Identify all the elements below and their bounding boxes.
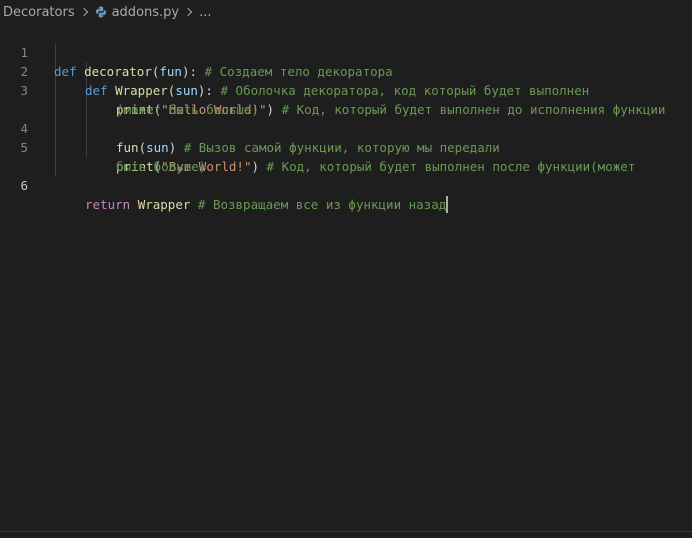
- text-cursor: [446, 196, 449, 213]
- breadcrumb: Decorators addons.py ...: [0, 0, 692, 24]
- code-line: 3 print("Hello World!") # Код, который б…: [0, 62, 665, 117]
- punctuation: (: [138, 140, 147, 155]
- keyword: def: [85, 83, 108, 98]
- parameter: fun: [159, 64, 182, 79]
- code-text[interactable]: return Wrapper # Возвращаем все из функц…: [85, 195, 449, 214]
- comment: быть больше): [116, 159, 207, 174]
- comment: # Код, который будет выполнен после функ…: [266, 159, 636, 174]
- punctuation: ): [266, 102, 275, 117]
- breadcrumb-file[interactable]: addons.py: [95, 4, 180, 20]
- comment: # Код, который будет выполнен до исполне…: [281, 102, 666, 117]
- comment: # Оболочка декоратора, код который будет…: [220, 83, 590, 98]
- comment: # Возвращаем все из функции назад: [197, 197, 447, 212]
- code-text[interactable]: fun(sun) # Вызов самой функции, которую …: [116, 138, 500, 157]
- code-line: 2 def Wrapper(sun): # Оболочка декоратор…: [0, 43, 589, 98]
- function-name: Wrapper: [137, 197, 191, 212]
- code-text[interactable]: def Wrapper(sun): # Оболочка декоратора,…: [85, 81, 589, 100]
- code-line-wrapped: быть больше): [0, 138, 206, 174]
- code-line: 1 def decorator(fun): # Создаем тело дек…: [0, 24, 392, 79]
- breadcrumb-more[interactable]: ...: [199, 5, 211, 20]
- comment: # Создаем тело декоратора: [204, 64, 393, 79]
- function-name: decorator: [84, 64, 152, 79]
- breadcrumb-folder[interactable]: Decorators: [0, 5, 75, 20]
- punctuation: ): [251, 159, 260, 174]
- function-name: fun: [116, 140, 139, 155]
- code-line-wrapped: (может быть больше): [0, 81, 259, 117]
- line-number: 6: [20, 178, 28, 193]
- chevron-right-icon: [78, 5, 92, 19]
- punctuation: ): [168, 140, 177, 155]
- code-editor[interactable]: 1 def decorator(fun): # Создаем тело дек…: [0, 24, 692, 532]
- python-file-icon: [95, 6, 106, 18]
- parameter: sun: [146, 140, 169, 155]
- function-name: Wrapper: [115, 83, 168, 98]
- panel-divider: [0, 531, 692, 532]
- code-line: 5 print("Bye World!") # Код, который буд…: [0, 119, 635, 174]
- punctuation: ):: [197, 83, 213, 98]
- punctuation: ):: [181, 64, 198, 79]
- parameter: sun: [175, 83, 198, 98]
- code-line: 4 fun(sun) # Вызов самой функции, котору…: [0, 100, 499, 155]
- comment: (может быть больше): [116, 102, 259, 117]
- keyword: return: [85, 197, 131, 212]
- code-line-active: 6 return Wrapper # Возвращаем все из фун…: [0, 157, 449, 213]
- comment: # Вызов самой функции, которую мы переда…: [183, 140, 500, 155]
- breadcrumb-file-label: addons.py: [111, 4, 180, 20]
- keyword: def: [54, 64, 77, 79]
- chevron-right-icon: [182, 5, 196, 19]
- code-text[interactable]: def decorator(fun): # Создаем тело декор…: [54, 62, 393, 81]
